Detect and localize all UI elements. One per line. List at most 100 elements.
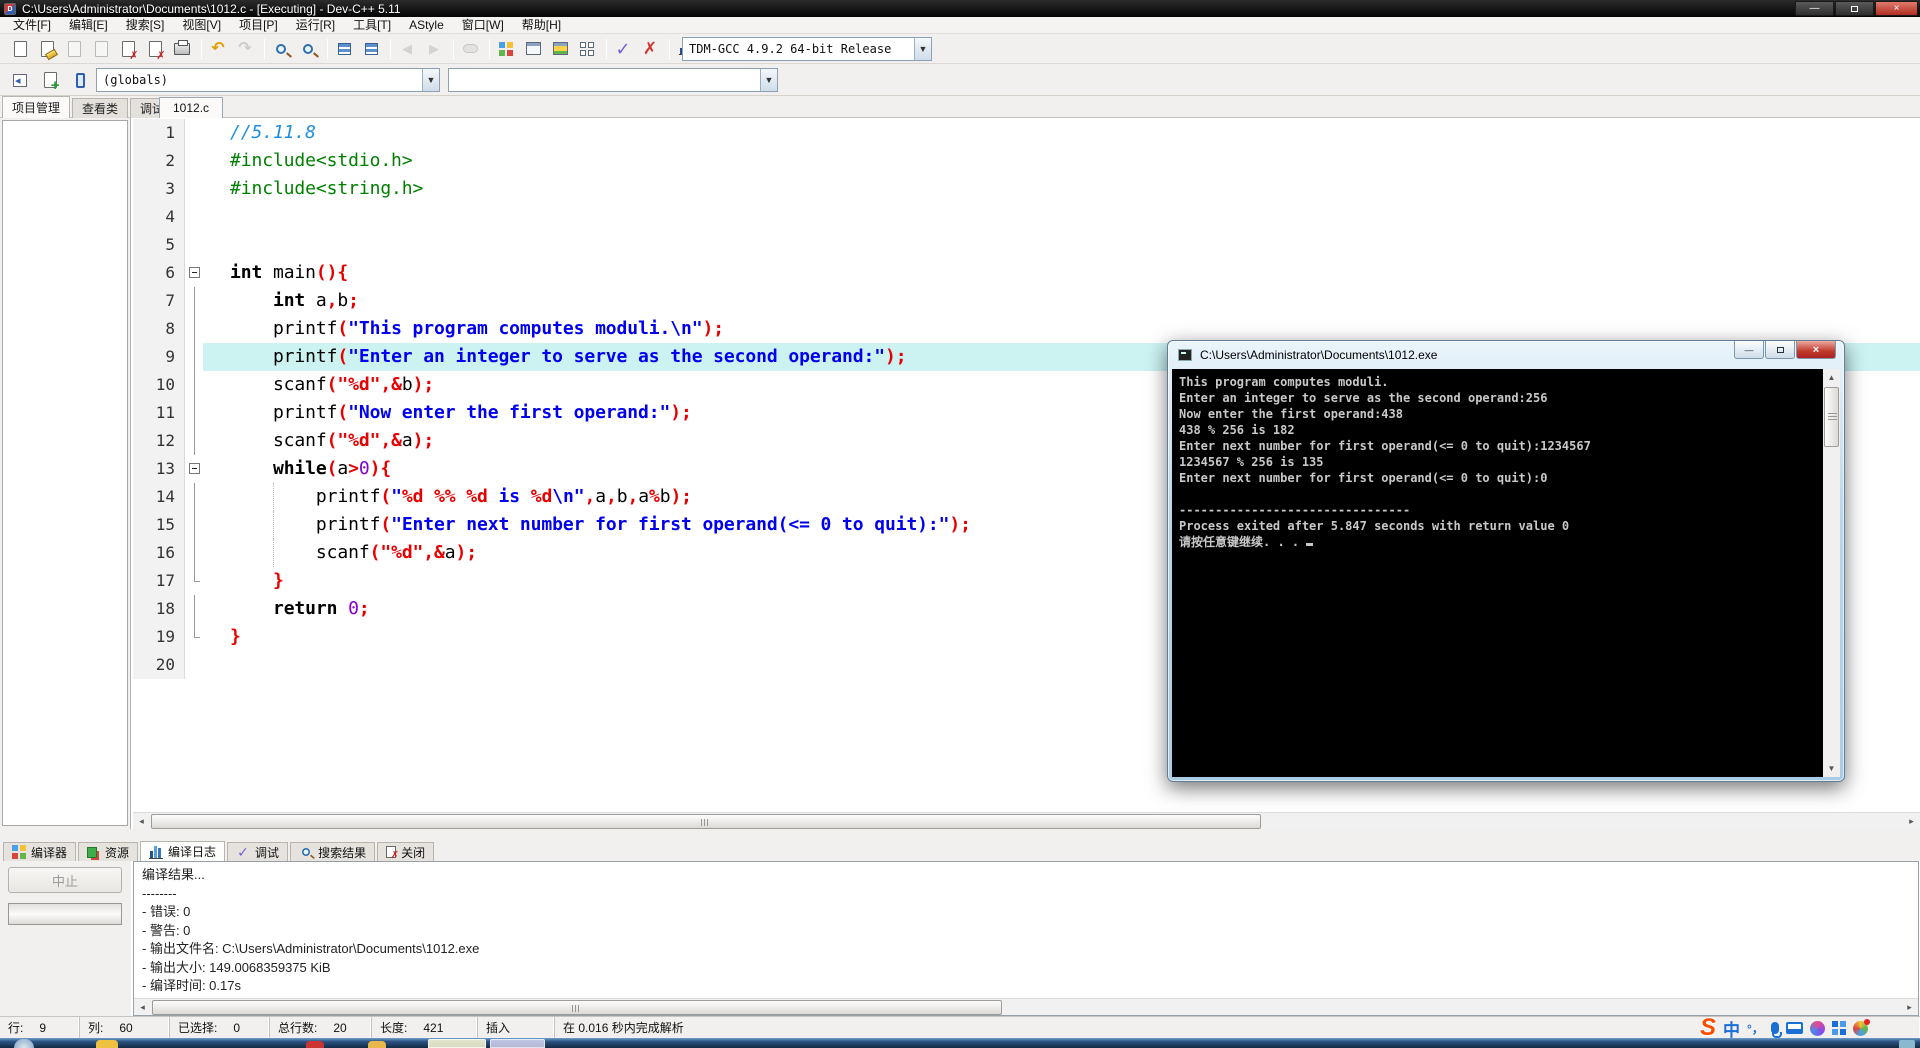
scroll-left-icon[interactable]: ◂ — [133, 813, 150, 830]
run-icon[interactable] — [521, 37, 545, 61]
close-button[interactable]: × — [1875, 1, 1918, 16]
abort-cross-icon[interactable]: ✗ — [638, 37, 662, 61]
scope-select[interactable]: (globals) ▼ — [96, 68, 440, 92]
scroll-up-icon[interactable]: ▲ — [1823, 369, 1840, 386]
taskbar-app-icon-red[interactable] — [306, 1041, 324, 1048]
taskbar-open-window-button[interactable] — [490, 1039, 545, 1048]
log-hscrollbar[interactable]: ◂ ▸ — [134, 998, 1918, 1015]
code-line-2[interactable]: #include<stdio.h> — [203, 147, 1920, 175]
scroll-right-icon[interactable]: ▸ — [1903, 813, 1920, 830]
left-tab-查看类[interactable]: 查看类 — [72, 98, 129, 118]
console-output[interactable]: This program computes moduli. Enter an in… — [1172, 369, 1840, 777]
fold-margin[interactable] — [186, 119, 203, 679]
console-minimize-button[interactable]: — — [1734, 341, 1764, 359]
compiler-profile-select[interactable]: TDM-GCC 4.9.2 64-bit Release ▼ — [682, 37, 932, 61]
code-line-1[interactable]: //5.11.8 — [203, 119, 1920, 147]
scroll-down-icon[interactable]: ▼ — [1823, 760, 1840, 777]
editor-hscrollbar[interactable]: ◂ ▸ — [133, 812, 1920, 830]
editor-tab-1012c[interactable]: 1012.c — [159, 97, 224, 118]
panel-splitter[interactable] — [0, 829, 1920, 841]
compile-icon[interactable] — [494, 37, 518, 61]
compile-run-icon[interactable] — [548, 37, 572, 61]
chevron-down-icon[interactable]: ▼ — [760, 69, 777, 91]
goto-function-icon[interactable] — [359, 37, 383, 61]
menu-item-W[interactable]: 窗口[W] — [453, 17, 513, 34]
menu-item-E[interactable]: 编辑[E] — [60, 17, 117, 34]
debug-check-icon[interactable]: ✓ — [611, 37, 635, 61]
log-hscroll-thumb[interactable] — [152, 1000, 1002, 1015]
chevron-down-icon[interactable]: ▼ — [914, 38, 931, 60]
menu-item-AStyle[interactable]: AStyle — [400, 17, 453, 34]
menu-item-S[interactable]: 搜索[S] — [117, 17, 174, 34]
skin-brush-icon[interactable] — [1809, 1020, 1825, 1036]
microphone-icon[interactable] — [1770, 1022, 1782, 1038]
console-vscroll-thumb[interactable] — [1824, 387, 1839, 447]
bottom-tab-关闭[interactable]: 关闭 — [377, 842, 435, 861]
member-select[interactable]: ▼ — [448, 68, 778, 92]
punctuation-icon[interactable]: °， — [1747, 1020, 1764, 1037]
menu-item-P[interactable]: 项目[P] — [230, 17, 287, 34]
titlebar[interactable]: D C:\Users\Administrator\Documents\1012.… — [0, 0, 1920, 17]
replace-icon[interactable] — [296, 37, 320, 61]
soft-keyboard-icon[interactable] — [1785, 1022, 1803, 1034]
compile-log[interactable]: 编译结果... -------- - 错误: 0 - 警告: 0 - 输出文件名: C:… — [133, 861, 1919, 1016]
add-file-icon[interactable] — [38, 68, 62, 94]
fold-marker[interactable] — [186, 259, 203, 287]
bottom-tab-编译日志[interactable]: 编译日志 — [140, 841, 226, 861]
console-maximize-button[interactable] — [1765, 341, 1795, 359]
taskbar-open-window-button[interactable] — [428, 1039, 486, 1048]
menu-item-R[interactable]: 运行[R] — [287, 17, 344, 34]
code-line-5[interactable] — [203, 231, 1920, 259]
new-project-icon[interactable] — [8, 68, 32, 92]
minimize-button[interactable]: — — [1795, 1, 1834, 16]
code-line-4[interactable] — [203, 203, 1920, 231]
console-vscrollbar[interactable]: ▲ ▼ — [1823, 369, 1840, 777]
taskbar-app-icon-yellow[interactable] — [368, 1041, 386, 1048]
chevron-down-icon[interactable]: ▼ — [422, 69, 439, 91]
forward-icon[interactable]: ▶ — [422, 37, 446, 61]
console-window[interactable]: C:\Users\Administrator\Documents\1012.ex… — [1167, 340, 1845, 782]
menu-item-V[interactable]: 视图[V] — [173, 17, 230, 34]
print-icon[interactable] — [170, 37, 194, 61]
remove-file-icon[interactable] — [68, 68, 92, 92]
bottom-tab-搜索结果[interactable]: 搜索结果 — [290, 842, 376, 861]
goto-line-icon[interactable] — [332, 37, 356, 61]
abort-button[interactable]: 中止 — [8, 867, 122, 893]
new-file-icon[interactable] — [8, 37, 32, 61]
breakpoint-icon[interactable] — [458, 37, 482, 61]
windows-taskbar[interactable] — [0, 1038, 1920, 1048]
code-line-3[interactable]: #include<string.h> — [203, 175, 1920, 203]
menu-item-F[interactable]: 文件[F] — [4, 17, 60, 34]
left-tab-项目管理[interactable]: 项目管理 — [2, 96, 71, 118]
toolbox-icon[interactable] — [1831, 1021, 1846, 1035]
menu-item-H[interactable]: 帮助[H] — [513, 17, 570, 34]
code-line-7[interactable]: int a,b; — [203, 287, 1920, 315]
console-close-button[interactable]: × — [1796, 341, 1836, 359]
find-icon[interactable] — [269, 37, 293, 61]
menu-item-T[interactable]: 工具[T] — [344, 17, 400, 34]
editor-hscroll-thumb[interactable] — [151, 814, 1261, 829]
undo-icon[interactable]: ↶ — [206, 37, 230, 61]
code-line-6[interactable]: int main(){ — [203, 259, 1920, 287]
effects-icon[interactable] — [1852, 1018, 1870, 1036]
project-tree[interactable] — [2, 120, 128, 826]
back-icon[interactable]: ◀ — [395, 37, 419, 61]
maximize-button[interactable] — [1835, 1, 1874, 16]
start-orb-icon[interactable] — [14, 1039, 34, 1048]
sogou-logo-icon[interactable]: S — [1700, 1014, 1716, 1042]
chinese-mode-icon[interactable]: 中 — [1723, 1016, 1740, 1041]
redo-icon[interactable]: ↷ — [233, 37, 257, 61]
bottom-tab-编译器[interactable]: 编译器 — [3, 842, 77, 861]
code-line-8[interactable]: printf("This program computes moduli.\n"… — [203, 315, 1920, 343]
save-all-icon[interactable] — [89, 37, 113, 61]
taskbar-folder-icon[interactable] — [96, 1040, 118, 1048]
fold-marker[interactable] — [186, 455, 203, 483]
save-icon[interactable] — [62, 37, 86, 61]
close-all-icon[interactable] — [143, 37, 167, 62]
bottom-tab-调试[interactable]: ✓ 调试 — [227, 842, 289, 861]
bottom-tab-资源[interactable]: 资源 — [78, 842, 139, 861]
scroll-left-icon[interactable]: ◂ — [134, 999, 151, 1015]
close-file-icon[interactable] — [116, 37, 140, 62]
rebuild-icon[interactable] — [575, 37, 599, 61]
open-file-icon[interactable] — [35, 37, 59, 61]
